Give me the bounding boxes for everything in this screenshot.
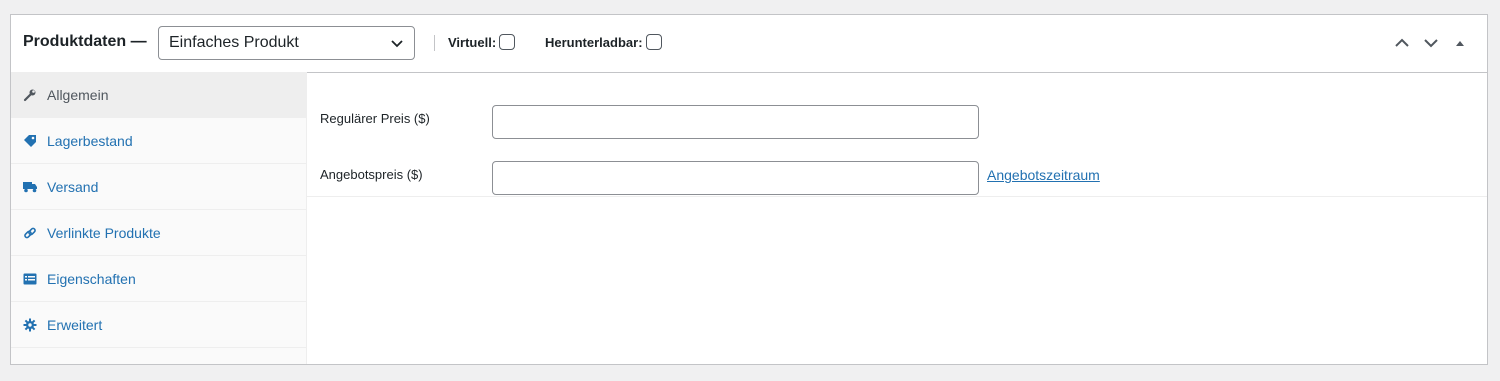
tab-advanced[interactable]: Erweitert bbox=[11, 302, 306, 348]
tab-inventory[interactable]: Lagerbestand bbox=[11, 118, 306, 164]
sale-price-label: Angebotspreis ($) bbox=[320, 167, 423, 182]
list-icon bbox=[22, 271, 38, 287]
tab-label: Lagerbestand bbox=[47, 132, 133, 149]
virtual-label: Virtuell: bbox=[448, 34, 497, 50]
tab-label: Versand bbox=[47, 178, 99, 195]
product-data-panel: Produktdaten — Einfaches Produkt Virtuel… bbox=[10, 14, 1488, 365]
wrench-icon bbox=[22, 87, 38, 103]
tab-label: Eigenschaften bbox=[47, 270, 136, 287]
downloadable-checkbox[interactable] bbox=[645, 34, 662, 50]
product-type-select[interactable]: Einfaches Produkt bbox=[158, 26, 415, 60]
product-type-value: Einfaches Produkt bbox=[169, 34, 299, 51]
chevron-down-icon bbox=[391, 40, 403, 48]
panel-title: Produktdaten — bbox=[23, 33, 147, 50]
regular-price-label: Regulärer Preis ($) bbox=[320, 111, 430, 126]
tab-general[interactable]: Allgemein bbox=[11, 72, 306, 118]
sale-schedule-link[interactable]: Angebotszeitraum bbox=[987, 167, 1100, 183]
tab-linked-products[interactable]: Verlinkte Produkte bbox=[11, 210, 306, 256]
regular-price-input[interactable] bbox=[492, 105, 979, 139]
gear-icon bbox=[22, 317, 38, 333]
downloadable-option[interactable]: Herunterladbar: bbox=[545, 34, 662, 50]
tab-attributes[interactable]: Eigenschaften bbox=[11, 256, 306, 302]
product-data-tabs: Allgemein Lagerbestand Versand Verlinkte… bbox=[11, 72, 307, 364]
tab-label: Erweitert bbox=[47, 316, 103, 333]
tab-label: Verlinkte Produkte bbox=[47, 224, 161, 241]
virtual-checkbox[interactable] bbox=[499, 34, 516, 50]
panel-header: Produktdaten — Einfaches Produkt Virtuel… bbox=[11, 15, 1487, 73]
general-tab-content: Regulärer Preis ($) Angebotspreis ($) An… bbox=[307, 72, 1487, 364]
virtual-option[interactable]: Virtuell: bbox=[448, 34, 516, 50]
collapse-toggle-icon[interactable] bbox=[1450, 33, 1470, 53]
move-up-icon[interactable] bbox=[1392, 33, 1412, 53]
tag-icon bbox=[22, 133, 38, 149]
truck-icon bbox=[22, 179, 38, 195]
downloadable-label: Herunterladbar: bbox=[545, 34, 643, 50]
header-divider bbox=[434, 35, 435, 51]
link-icon bbox=[22, 225, 38, 241]
pricing-fields: Regulärer Preis ($) Angebotspreis ($) An… bbox=[307, 72, 1487, 197]
tab-label: Allgemein bbox=[47, 86, 109, 103]
panel-body: Allgemein Lagerbestand Versand Verlinkte… bbox=[11, 72, 1487, 364]
move-down-icon[interactable] bbox=[1421, 33, 1441, 53]
tab-shipping[interactable]: Versand bbox=[11, 164, 306, 210]
sale-price-input[interactable] bbox=[492, 161, 979, 195]
